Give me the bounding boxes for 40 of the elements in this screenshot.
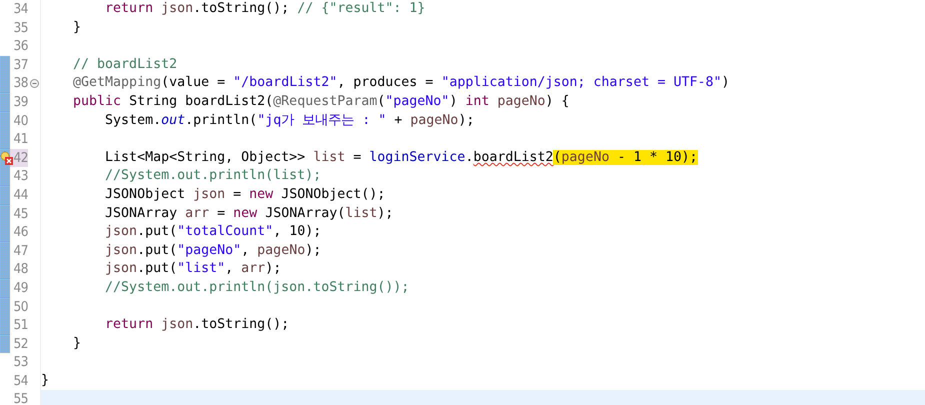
code-line: //System.out.println(json.toString()); bbox=[104, 278, 410, 297]
line-number: 54 bbox=[12, 372, 28, 390]
code-line: // boardList2 bbox=[72, 56, 178, 74]
code-line: } bbox=[72, 334, 82, 353]
line-number: 46 bbox=[12, 223, 28, 242]
line-number: 44 bbox=[12, 186, 28, 205]
line-number: 55 bbox=[12, 390, 28, 405]
line-number: 50 bbox=[12, 298, 28, 316]
line-number: 37 bbox=[12, 56, 28, 74]
line-number: 42 bbox=[10, 148, 28, 168]
line-number: 35 bbox=[12, 18, 28, 38]
line-number: 39 bbox=[12, 92, 28, 112]
line-number: 52 bbox=[12, 334, 28, 354]
line-number: 41 bbox=[12, 130, 28, 149]
code-line: } bbox=[41, 372, 50, 390]
code-line: public String boardList2(@RequestParam("pageNo") int pageNo) { bbox=[72, 92, 570, 111]
code-line: return json.toString(); // {"result": 1} bbox=[104, 0, 426, 18]
line-number: 34 bbox=[12, 0, 28, 19]
code-line: json.put("totalCount", 10); bbox=[104, 223, 322, 242]
line-number: 45 bbox=[12, 204, 28, 224]
line-number: 51 bbox=[12, 316, 28, 335]
line-number: 47 bbox=[12, 242, 28, 260]
code-line: JSONObject json = new JSONObject(); bbox=[104, 186, 386, 204]
line-number: 53 bbox=[12, 353, 28, 372]
code-line: @GetMapping(value = "/boardList2", produces = "application/json; charset = UTF-8") bbox=[72, 74, 730, 92]
code-line: json.put("pageNo", pageNo); bbox=[104, 242, 322, 260]
code-line: List<Map<String, Object>> list = loginService.boardList2(pageNo - 1 * 10); bbox=[104, 148, 698, 167]
collapse-icon[interactable] bbox=[30, 79, 38, 88]
code-line: } bbox=[72, 18, 82, 37]
line-number: 38 bbox=[12, 74, 28, 93]
code-line: return json.toString(); bbox=[104, 316, 290, 334]
line-number: 48 bbox=[12, 260, 28, 279]
code-line: JSONArray arr = new JSONArray(list); bbox=[104, 204, 394, 223]
line-number: 49 bbox=[12, 278, 28, 298]
line-number: 43 bbox=[12, 167, 28, 186]
line-number: 40 bbox=[12, 112, 28, 130]
code-line: //System.out.println(list); bbox=[104, 167, 322, 186]
code-line: System.out.println("jq가 보내주는 : " + pageNo); bbox=[104, 112, 474, 130]
code-line: json.put("list", arr); bbox=[104, 260, 282, 278]
line-number: 36 bbox=[12, 37, 28, 56]
